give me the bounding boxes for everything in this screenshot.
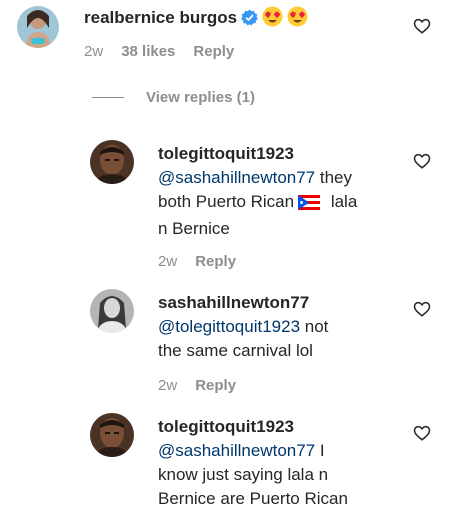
like-heart-icon[interactable] xyxy=(413,424,431,442)
view-replies-button[interactable]: View replies (1) xyxy=(92,89,255,106)
mention-link[interactable]: @sashahillnewton77 xyxy=(158,441,315,460)
comment-text: know just saying lala n xyxy=(158,465,329,484)
comment-meta: 2w 38 likes Reply xyxy=(84,43,252,60)
reply-button[interactable]: Reply xyxy=(195,377,236,394)
avatar[interactable] xyxy=(90,413,134,457)
username[interactable]: tolegittoquit1923 xyxy=(158,415,408,439)
username[interactable]: sashahillnewton77 xyxy=(158,291,398,315)
comment-text: they xyxy=(315,168,352,187)
heart-eyes-emoji xyxy=(287,6,308,34)
likes-count[interactable]: 38 likes xyxy=(121,43,175,60)
comment-text: the same carnival lol xyxy=(158,341,313,360)
comment-text: not xyxy=(300,317,329,336)
divider-line xyxy=(92,97,124,98)
comment-text: lala xyxy=(326,192,358,211)
comment-text: n Bernice xyxy=(158,219,230,238)
avatar[interactable] xyxy=(90,140,134,184)
reply-button[interactable]: Reply xyxy=(193,43,234,60)
view-replies-label: View replies (1) xyxy=(146,89,255,106)
avatar[interactable] xyxy=(17,6,59,48)
like-heart-icon[interactable] xyxy=(413,17,431,35)
comment-meta: 2w Reply xyxy=(158,377,254,394)
reply-button[interactable]: Reply xyxy=(195,253,236,270)
like-heart-icon[interactable] xyxy=(413,152,431,170)
avatar[interactable] xyxy=(90,289,134,333)
timestamp: 2w xyxy=(158,377,178,394)
comment-text: I xyxy=(315,441,325,460)
timestamp: 2w xyxy=(158,253,178,270)
username[interactable]: realbernice burgos xyxy=(84,8,237,27)
username[interactable]: tolegittoquit1923 xyxy=(158,142,398,166)
verified-badge-icon xyxy=(241,9,258,33)
mention-link[interactable]: @sashahillnewton77 xyxy=(158,168,315,187)
puerto-rico-flag-icon xyxy=(298,193,321,217)
heart-eyes-emoji xyxy=(262,6,283,34)
comment-text: Bernice are Puerto Rican xyxy=(158,489,348,508)
comment-meta: 2w Reply xyxy=(158,253,254,270)
timestamp: 2w xyxy=(84,43,104,60)
mention-link[interactable]: @tolegittoquit1923 xyxy=(158,317,300,336)
like-heart-icon[interactable] xyxy=(413,300,431,318)
comment-text: both Puerto Rican xyxy=(158,192,295,211)
